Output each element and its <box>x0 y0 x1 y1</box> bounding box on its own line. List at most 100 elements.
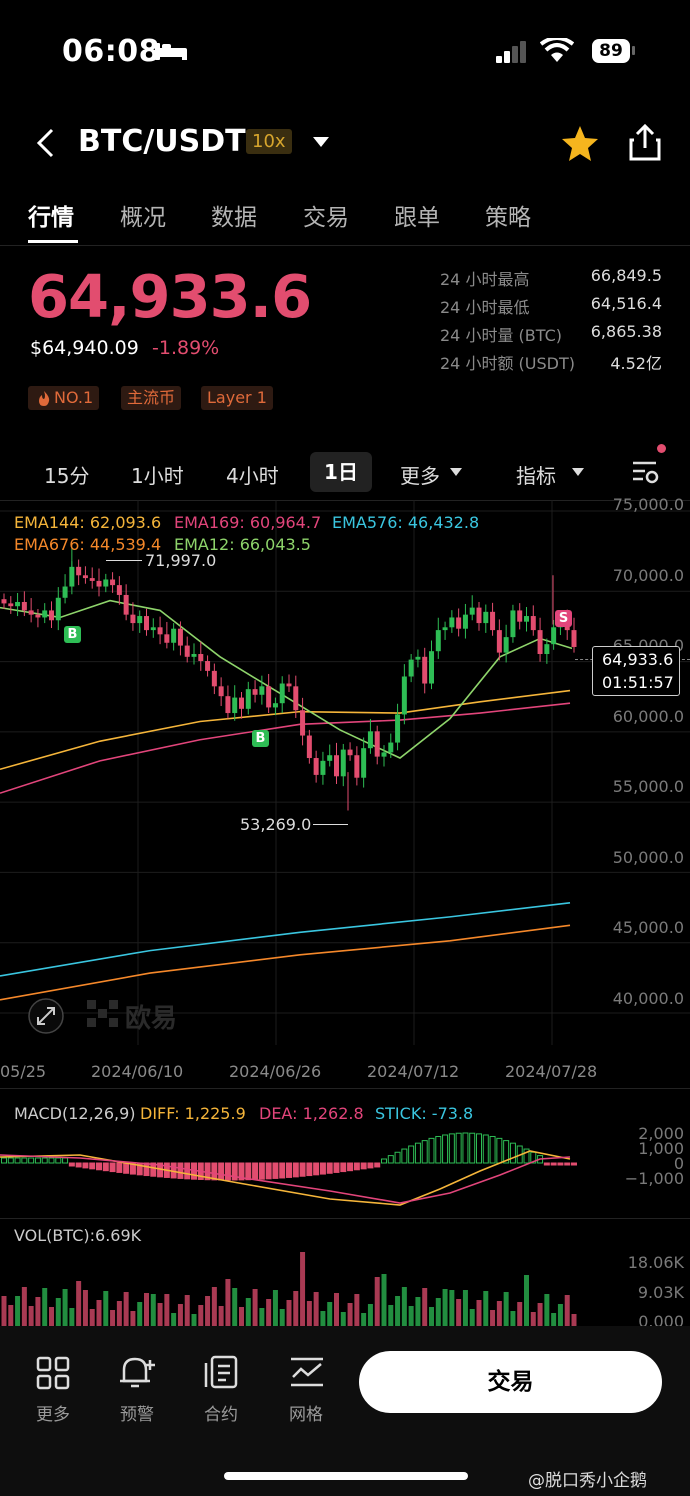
tab-market[interactable]: 行情 <box>28 198 74 232</box>
ema576-line <box>0 902 571 977</box>
macd-bar <box>28 1157 35 1164</box>
macd-bar <box>571 1162 577 1166</box>
timeframe-15m[interactable]: 15分 <box>44 460 89 489</box>
pair-title[interactable]: BTC/USDT <box>78 124 246 159</box>
okx-logo-icon <box>87 1000 118 1027</box>
y-axis-75000: 75,000.0 <box>612 495 684 514</box>
user-watermark: @脱口秀小企鹅 <box>528 1471 647 1491</box>
macd-bar <box>435 1135 442 1164</box>
nav-alert-label[interactable]: 预警 <box>102 1400 172 1425</box>
indicator-dropdown-icon <box>572 468 584 476</box>
macd-bar <box>326 1162 333 1174</box>
candle-body <box>313 758 319 775</box>
volume-bar <box>89 1309 95 1326</box>
macd-bar <box>34 1157 41 1164</box>
timeframe-1h[interactable]: 1小时 <box>131 460 184 489</box>
candle-body <box>205 661 211 671</box>
macd-bar <box>89 1162 96 1170</box>
candle-body <box>184 645 190 657</box>
candle-body <box>320 760 326 775</box>
candle-body <box>401 676 407 715</box>
tab-overview[interactable]: 概况 <box>120 198 166 232</box>
volume-bar <box>327 1302 333 1326</box>
volume-bar <box>42 1288 48 1326</box>
volume-bar <box>130 1311 136 1326</box>
tab-strategy[interactable]: 策略 <box>485 198 531 232</box>
grid-strategy-icon[interactable] <box>289 1355 325 1389</box>
candle-body <box>245 689 251 709</box>
volume-bar <box>340 1312 346 1326</box>
volume-bar <box>96 1300 102 1326</box>
macd-bar <box>82 1162 89 1169</box>
y-axis-55000: 55,000.0 <box>612 777 684 796</box>
volume-bar <box>55 1298 61 1326</box>
macd-bar <box>258 1162 265 1180</box>
alert-bell-icon[interactable] <box>118 1354 158 1390</box>
macd-dea-line <box>0 1154 571 1204</box>
volume-bar <box>456 1299 462 1326</box>
ema144-line <box>0 689 571 771</box>
indicator-button[interactable]: 指标 <box>516 460 556 489</box>
timeframe-4h[interactable]: 4小时 <box>226 460 279 489</box>
timeframe-1d[interactable]: 1日 <box>310 452 372 492</box>
nav-contract-label[interactable]: 合约 <box>186 1400 256 1425</box>
volume-bar <box>469 1309 475 1326</box>
candle-body <box>347 749 353 756</box>
macd-bar <box>218 1162 225 1181</box>
ema-lines <box>0 599 573 1001</box>
ema676-line <box>0 924 571 1001</box>
volume-bar <box>354 1294 360 1326</box>
macd-bar <box>306 1162 313 1177</box>
date-label: 2024/06/10 <box>91 1062 184 1081</box>
macd-bar <box>272 1162 279 1179</box>
tab-trade[interactable]: 交易 <box>303 198 349 232</box>
candle-body <box>191 654 197 657</box>
trade-button[interactable]: 交易 <box>359 1351 662 1413</box>
watermark: 欧易 <box>125 1004 178 1034</box>
share-icon[interactable] <box>628 124 662 162</box>
chart-settings-icon[interactable] <box>630 458 660 486</box>
tab-copy-trade[interactable]: 跟单 <box>394 198 440 232</box>
back-arrow-icon[interactable] <box>34 127 56 159</box>
macd-bar <box>265 1162 272 1180</box>
favorite-star-icon[interactable] <box>561 124 599 162</box>
date-label: 05/25 <box>0 1062 47 1081</box>
candle-body <box>62 586 68 598</box>
grid-icon[interactable] <box>36 1356 70 1390</box>
volume-bar <box>157 1303 163 1326</box>
macd-bar <box>455 1132 462 1164</box>
volume-bar <box>225 1279 231 1326</box>
category-badge[interactable]: 主流币 <box>121 386 182 410</box>
stat-label-amount: 24 小时额 (USDT) <box>440 354 575 373</box>
timeframe-more[interactable]: 更多 <box>400 460 440 489</box>
contract-doc-icon[interactable] <box>204 1355 240 1389</box>
pair-dropdown-icon[interactable] <box>312 135 330 149</box>
macd-axis-minus-1000: −1,000 <box>624 1169 684 1188</box>
macd-bar <box>374 1162 381 1168</box>
candle-body <box>198 654 204 662</box>
candle-body <box>15 601 21 607</box>
macd-bar <box>557 1162 564 1166</box>
nav-grid-label[interactable]: 网格 <box>271 1400 341 1425</box>
candle-body <box>395 714 401 743</box>
date-label: 2024/06/26 <box>229 1062 322 1081</box>
nav-more-label[interactable]: 更多 <box>18 1400 88 1425</box>
candle-body <box>442 627 448 631</box>
volume-bar <box>15 1296 21 1326</box>
tab-data[interactable]: 数据 <box>211 198 257 232</box>
volume-bar <box>245 1298 251 1326</box>
layer-badge[interactable]: Layer 1 <box>201 386 273 410</box>
tabs-divider <box>0 245 690 246</box>
macd-bar <box>143 1162 150 1177</box>
stat-label-low: 24 小时最低 <box>440 298 530 317</box>
date-label: 2024/07/28 <box>505 1062 598 1081</box>
bed-icon <box>155 43 187 60</box>
candle-body <box>340 749 346 777</box>
macd-bar <box>292 1162 299 1178</box>
stat-label-volume: 24 小时量 (BTC) <box>440 326 563 345</box>
volume-bar <box>144 1293 149 1326</box>
candle-body <box>150 627 156 631</box>
volume-bar <box>137 1302 143 1326</box>
volume-bar <box>361 1313 367 1326</box>
expand-chart-icon[interactable] <box>27 997 65 1035</box>
